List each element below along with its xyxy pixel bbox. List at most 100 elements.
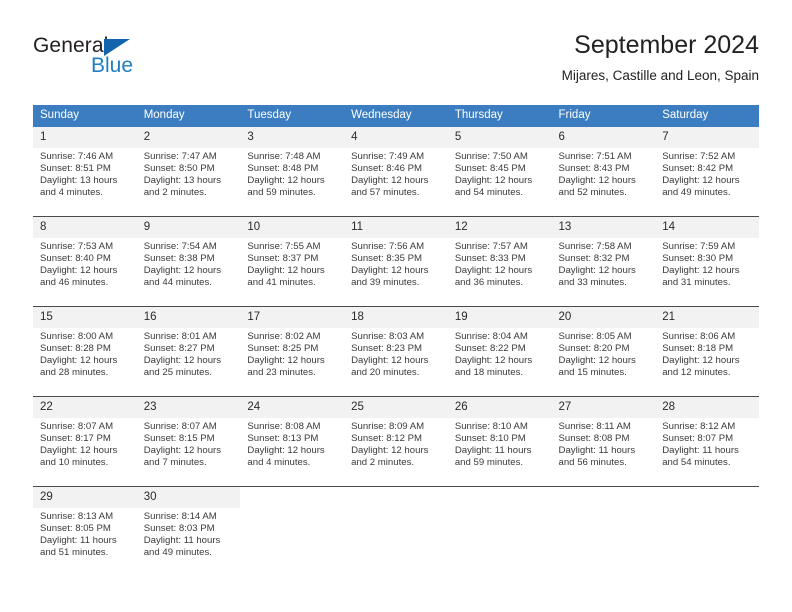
calendar-day-cell[interactable]: 7 Sunrise: 7:52 AM Sunset: 8:42 PM Daylight…: [655, 127, 759, 217]
weekday-header-row: Sunday Monday Tuesday Wednesday Thursday…: [33, 105, 759, 127]
day-sun-info: Sunrise: 8:10 AM Sunset: 8:10 PM Daylight:…: [448, 418, 552, 469]
daylight-duration-line2: and 2 minutes.: [143, 187, 207, 199]
daylight-duration-line1: Daylight: 12 hours: [351, 265, 429, 277]
calendar-day-cell[interactable]: 19 Sunrise: 8:04 AM Sunset: 8:22 PM Dayligh…: [447, 306, 552, 397]
day-number: 27: [551, 397, 656, 418]
calendar-day-cell[interactable]: 27 Sunrise: 8:11 AM Sunset: 8:08 PM Dayligh…: [551, 396, 656, 487]
day-number: 7: [655, 127, 759, 148]
day-number: 20: [551, 307, 656, 328]
general-blue-logo[interactable]: General Blue: [33, 34, 253, 90]
daylight-duration-line2: and 12 minutes.: [662, 367, 731, 379]
day-number: 9: [136, 217, 241, 238]
weekday-header-saturday: Saturday: [655, 105, 759, 127]
calendar-day-cell[interactable]: 5 Sunrise: 7:50 AM Sunset: 8:45 PM Daylight…: [447, 127, 552, 217]
calendar-day-cell-inner: 20 Sunrise: 8:05 AM Sunset: 8:20 PM Dayligh…: [551, 307, 656, 396]
calendar-day-cell[interactable]: 16 Sunrise: 8:01 AM Sunset: 8:27 PM Dayligh…: [136, 306, 241, 397]
calendar-day-cell-inner: 30 Sunrise: 8:14 AM Sunset: 8:03 PM Dayligh…: [136, 487, 241, 576]
daylight-duration-line1: Daylight: 12 hours: [247, 355, 325, 367]
calendar-day-cell[interactable]: 12 Sunrise: 7:57 AM Sunset: 8:33 PM Dayligh…: [447, 216, 552, 307]
calendar-day-cell-inner: 25 Sunrise: 8:09 AM Sunset: 8:12 PM Dayligh…: [344, 397, 448, 486]
day-number: [344, 487, 448, 508]
day-sun-info: Sunrise: 7:52 AM Sunset: 8:42 PM Daylight:…: [655, 148, 759, 199]
calendar-day-cell-inner: 2 Sunrise: 7:47 AM Sunset: 8:50 PM Daylight…: [136, 127, 241, 216]
daylight-duration-line1: Daylight: 12 hours: [40, 355, 118, 367]
calendar-day-cell[interactable]: 2 Sunrise: 7:47 AM Sunset: 8:50 PM Daylight…: [136, 127, 241, 217]
day-sun-info: [344, 508, 448, 511]
day-number: 1: [33, 127, 137, 148]
calendar-day-cell[interactable]: 17 Sunrise: 8:02 AM Sunset: 8:25 PM Dayligh…: [240, 306, 345, 397]
day-sun-info: Sunrise: 8:02 AM Sunset: 8:25 PM Daylight:…: [240, 328, 344, 379]
sunset-time: Sunset: 8:51 PM: [40, 163, 111, 175]
sunrise-time: Sunrise: 7:59 AM: [662, 241, 736, 252]
calendar-day-cell-inner: [344, 487, 448, 576]
sunrise-time: Sunrise: 8:09 AM: [351, 421, 425, 432]
calendar-day-cell[interactable]: 8 Sunrise: 7:53 AM Sunset: 8:40 PM Daylight…: [33, 216, 137, 307]
sunset-time: Sunset: 8:12 PM: [351, 433, 423, 445]
calendar-day-cell[interactable]: 28 Sunrise: 8:12 AM Sunset: 8:07 PM Dayligh…: [655, 396, 759, 487]
sunset-time: Sunset: 8:43 PM: [558, 163, 630, 175]
calendar-day-cell-inner: 4 Sunrise: 7:49 AM Sunset: 8:46 PM Daylight…: [344, 127, 448, 216]
calendar-day-cell[interactable]: 24 Sunrise: 8:08 AM Sunset: 8:13 PM Dayligh…: [240, 396, 345, 487]
calendar-day-cell[interactable]: 13 Sunrise: 7:58 AM Sunset: 8:32 PM Dayligh…: [551, 216, 656, 307]
daylight-duration-line1: Daylight: 11 hours: [454, 445, 532, 457]
calendar-day-cell[interactable]: 26 Sunrise: 8:10 AM Sunset: 8:10 PM Dayligh…: [447, 396, 552, 487]
day-sun-info: Sunrise: 7:51 AM Sunset: 8:43 PM Daylight:…: [552, 148, 656, 199]
day-number: 26: [447, 397, 552, 418]
daylight-duration-line2: and 59 minutes.: [454, 457, 524, 469]
calendar-day-cell-inner: 11 Sunrise: 7:56 AM Sunset: 8:35 PM Dayligh…: [344, 217, 448, 306]
calendar-day-cell[interactable]: 30 Sunrise: 8:14 AM Sunset: 8:03 PM Dayligh…: [136, 486, 241, 576]
calendar-day-cell[interactable]: 10 Sunrise: 7:55 AM Sunset: 8:37 PM Dayligh…: [240, 216, 345, 307]
calendar-day-cell[interactable]: 22 Sunrise: 8:07 AM Sunset: 8:17 PM Dayligh…: [33, 396, 137, 487]
calendar-day-cell-empty: [447, 486, 552, 576]
day-number: 2: [136, 127, 241, 148]
calendar-week-row: 29 Sunrise: 8:13 AM Sunset: 8:05 PM Dayligh…: [33, 486, 759, 576]
daylight-duration-line1: Daylight: 12 hours: [40, 265, 118, 277]
daylight-duration-line1: Daylight: 12 hours: [40, 445, 118, 457]
daylight-duration-line1: Daylight: 12 hours: [662, 175, 740, 187]
daylight-duration-line2: and 2 minutes.: [351, 457, 415, 469]
sunrise-time: Sunrise: 8:07 AM: [143, 421, 217, 432]
daylight-duration-line1: Daylight: 12 hours: [558, 265, 636, 277]
sunrise-time: Sunrise: 8:11 AM: [558, 421, 631, 432]
calendar-day-cell[interactable]: 6 Sunrise: 7:51 AM Sunset: 8:43 PM Daylight…: [551, 127, 656, 217]
daylight-duration-line1: Daylight: 11 hours: [558, 445, 636, 457]
daylight-duration-line1: Daylight: 11 hours: [40, 535, 117, 547]
calendar-day-cell-inner: 9 Sunrise: 7:54 AM Sunset: 8:38 PM Daylight…: [136, 217, 241, 306]
daylight-duration-line2: and 15 minutes.: [558, 367, 627, 379]
calendar-day-cell-inner: 1 Sunrise: 7:46 AM Sunset: 8:51 PM Daylight…: [33, 127, 137, 216]
day-number: 10: [240, 217, 345, 238]
day-number: 25: [344, 397, 448, 418]
calendar-day-cell[interactable]: 21 Sunrise: 8:06 AM Sunset: 8:18 PM Dayligh…: [655, 306, 759, 397]
daylight-duration-line1: Daylight: 12 hours: [558, 175, 636, 187]
daylight-duration-line1: Daylight: 12 hours: [247, 175, 325, 187]
calendar-week-row: 8 Sunrise: 7:53 AM Sunset: 8:40 PM Daylight…: [33, 216, 759, 307]
daylight-duration-line2: and 36 minutes.: [454, 277, 524, 289]
sunset-time: Sunset: 8:37 PM: [247, 253, 319, 265]
day-sun-info: Sunrise: 8:00 AM Sunset: 8:28 PM Daylight:…: [33, 328, 137, 379]
calendar-day-cell[interactable]: 25 Sunrise: 8:09 AM Sunset: 8:12 PM Dayligh…: [344, 396, 448, 487]
calendar-day-cell[interactable]: 15 Sunrise: 8:00 AM Sunset: 8:28 PM Dayligh…: [33, 306, 137, 397]
sunrise-time: Sunrise: 8:14 AM: [143, 511, 217, 522]
calendar-week-row: 15 Sunrise: 8:00 AM Sunset: 8:28 PM Dayligh…: [33, 306, 759, 397]
daylight-duration-line2: and 39 minutes.: [351, 277, 420, 289]
calendar-day-cell[interactable]: 3 Sunrise: 7:48 AM Sunset: 8:48 PM Daylight…: [240, 127, 345, 217]
calendar-day-cell-inner: 28 Sunrise: 8:12 AM Sunset: 8:07 PM Dayligh…: [655, 397, 759, 486]
daylight-duration-line1: Daylight: 12 hours: [454, 355, 533, 367]
calendar-day-cell[interactable]: 9 Sunrise: 7:54 AM Sunset: 8:38 PM Daylight…: [136, 216, 241, 307]
daylight-duration-line2: and 49 minutes.: [143, 547, 212, 559]
calendar-day-cell[interactable]: 29 Sunrise: 8:13 AM Sunset: 8:05 PM Dayligh…: [33, 486, 137, 576]
calendar-day-cell-inner: 5 Sunrise: 7:50 AM Sunset: 8:45 PM Daylight…: [447, 127, 552, 216]
calendar-day-cell[interactable]: 1 Sunrise: 7:46 AM Sunset: 8:51 PM Daylight…: [33, 127, 137, 217]
calendar-day-cell[interactable]: 18 Sunrise: 8:03 AM Sunset: 8:23 PM Dayligh…: [344, 306, 448, 397]
sunrise-time: Sunrise: 8:12 AM: [662, 421, 736, 432]
calendar-day-cell[interactable]: 11 Sunrise: 7:56 AM Sunset: 8:35 PM Dayligh…: [344, 216, 448, 307]
calendar-day-cell[interactable]: 14 Sunrise: 7:59 AM Sunset: 8:30 PM Dayligh…: [655, 216, 759, 307]
sunset-time: Sunset: 8:07 PM: [662, 433, 734, 445]
daylight-duration-line2: and 4 minutes.: [247, 457, 311, 469]
calendar-day-cell-inner: 27 Sunrise: 8:11 AM Sunset: 8:08 PM Dayligh…: [551, 397, 656, 486]
day-sun-info: Sunrise: 8:14 AM Sunset: 8:03 PM Daylight:…: [137, 508, 241, 559]
calendar-day-cell-empty: [551, 486, 656, 576]
calendar-day-cell[interactable]: 20 Sunrise: 8:05 AM Sunset: 8:20 PM Dayligh…: [551, 306, 656, 397]
calendar-day-cell[interactable]: 4 Sunrise: 7:49 AM Sunset: 8:46 PM Daylight…: [344, 127, 448, 217]
calendar-day-cell[interactable]: 23 Sunrise: 8:07 AM Sunset: 8:15 PM Dayligh…: [136, 396, 241, 487]
